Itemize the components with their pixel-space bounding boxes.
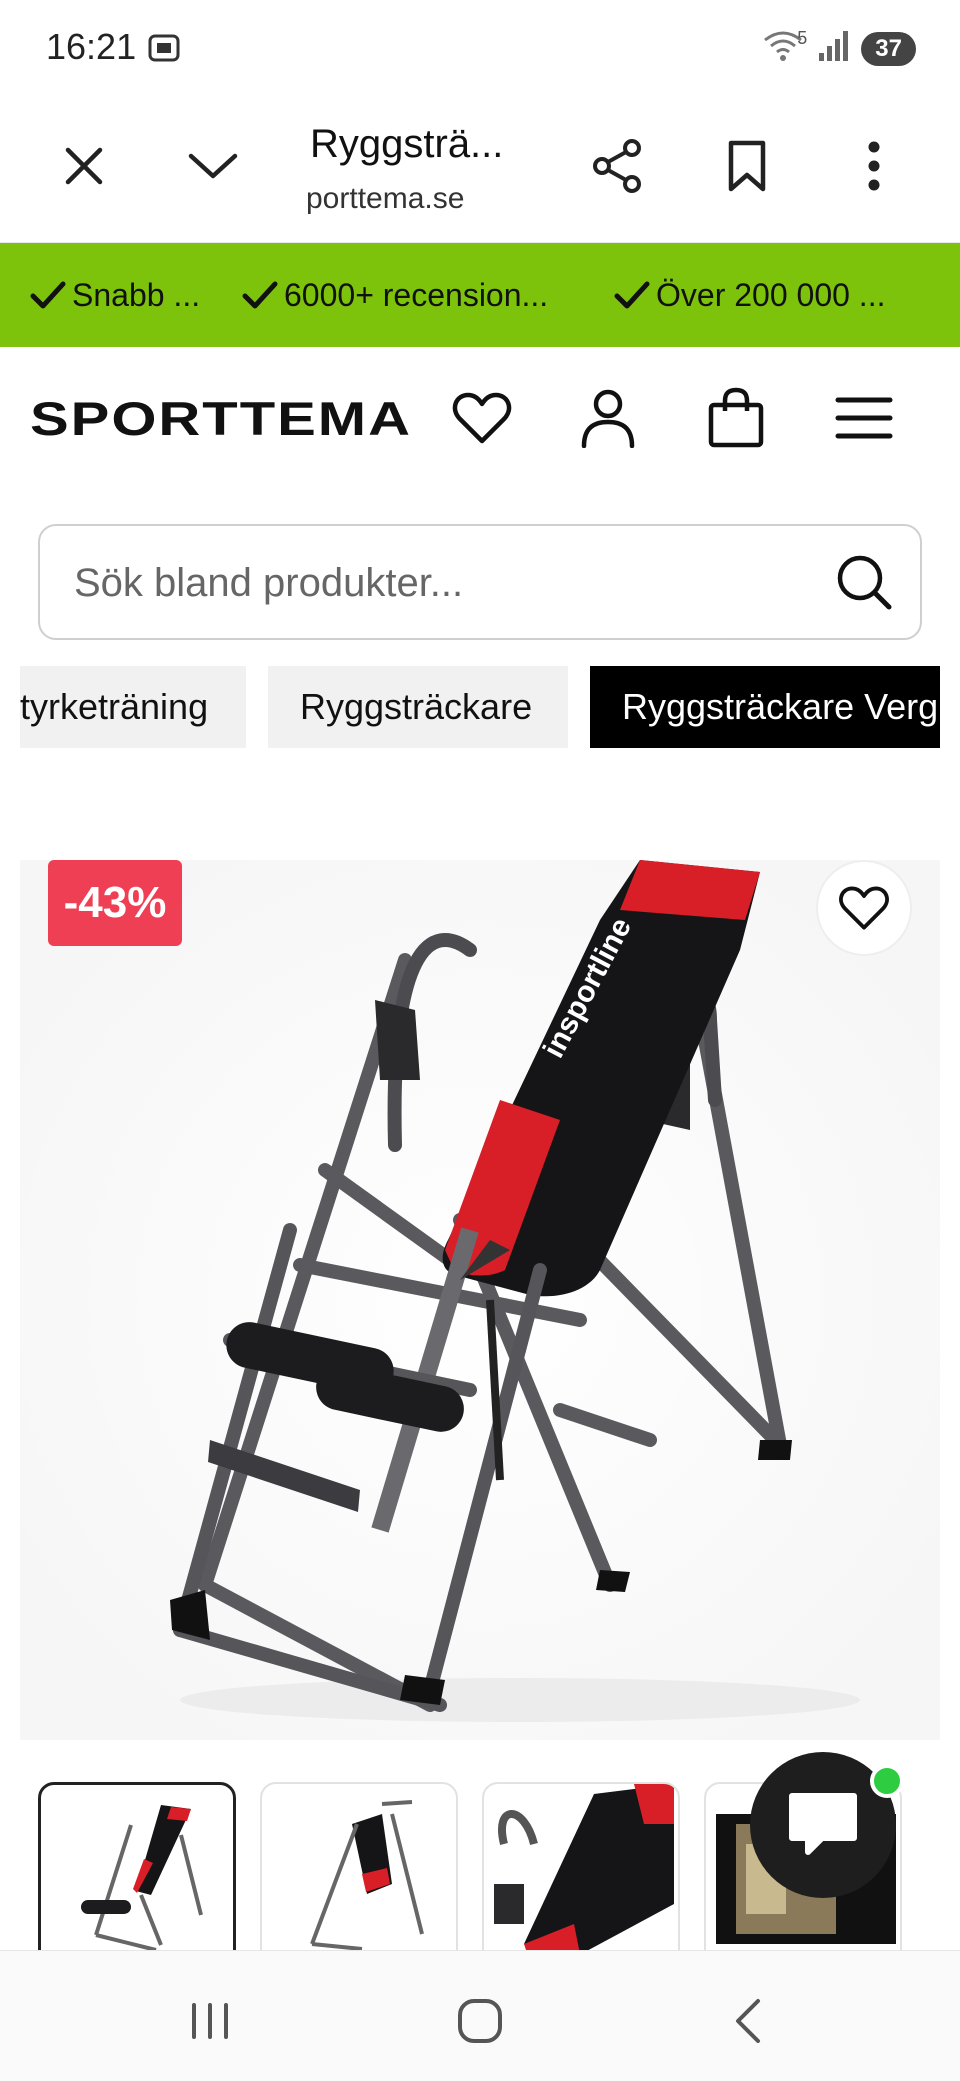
usp-item: Snabb ... [30,243,200,347]
heart-icon [839,886,889,930]
checkmark-icon [614,281,650,309]
menu-icon [835,397,893,439]
thumbnail[interactable] [260,1782,458,1950]
screenshot-icon [146,30,182,71]
home-icon [458,1999,502,2043]
chevron-down-icon [188,153,238,179]
wifi-badge: 5 [797,28,808,48]
signal-icon [817,29,851,68]
usp-text: Snabb ... [72,276,201,313]
bag-icon [708,387,764,448]
thumbnail[interactable] [482,1782,680,1950]
search-box [38,524,922,640]
back-button[interactable] [708,1981,788,2061]
close-icon [65,147,103,185]
bookmark-button[interactable] [711,130,783,202]
thumbnail[interactable] [38,1782,236,1950]
site-logo[interactable]: SPORTTEMA [30,384,416,455]
status-bar: 16:21 5 37 [0,0,960,100]
svg-text:SPORTTEMA: SPORTTEMA [30,393,412,446]
bookmark-icon [728,140,766,192]
status-icons: 5 37 [761,28,916,69]
cart-button[interactable] [704,386,768,450]
usp-item: 6000+ recension... [242,243,548,347]
usp-item: Över 200 000 ... [614,243,885,347]
usp-text: Över 200 000 ... [656,276,886,313]
search-button[interactable] [832,550,896,614]
back-icon [736,1999,760,2043]
wishlist-button[interactable] [450,386,514,450]
account-button[interactable] [576,386,640,450]
search-icon [837,555,892,610]
menu-button[interactable] [832,386,896,450]
recent-apps-icon [192,2003,228,2039]
breadcrumb: tyrketräning Ryggsträckare Ryggsträckare… [20,666,940,748]
user-icon [581,389,635,448]
battery-indicator: 37 [861,31,916,66]
more-options-button[interactable] [838,130,910,202]
share-button[interactable] [582,130,654,202]
usp-text: 6000+ recension... [284,276,549,313]
breadcrumb-label: tyrketräning [20,686,209,727]
close-tab-button[interactable] [48,130,120,202]
system-nav-bar [0,1950,960,2081]
discount-badge: -43% [48,860,182,946]
breadcrumb-label: Ryggsträckare Verg [622,686,939,727]
share-icon [593,139,641,193]
checkmark-icon [30,281,66,309]
breadcrumb-item-current[interactable]: Ryggsträckare Verg [590,666,940,748]
browser-toolbar: Ryggsträ... porttema.se [0,100,960,244]
breadcrumb-label: Ryggsträckare [300,686,533,727]
search-input[interactable] [72,526,836,640]
page-title[interactable]: Ryggsträ... [310,122,503,167]
chat-icon [789,1793,857,1855]
breadcrumb-item[interactable]: Ryggsträckare [268,666,568,748]
checkmark-icon [242,281,278,309]
breadcrumb-item[interactable]: tyrketräning [20,666,246,748]
more-vert-icon [868,141,880,191]
minimize-button[interactable] [177,130,249,202]
status-time: 16:21 [46,26,137,67]
page-url[interactable]: porttema.se [306,182,496,216]
home-button[interactable] [440,1981,520,2061]
recent-apps-button[interactable] [170,1981,250,2061]
usp-bar: Snabb ... 6000+ recension... Över 200 00… [0,243,960,347]
heart-icon [452,392,512,444]
add-to-wishlist-button[interactable] [816,860,912,956]
online-indicator [870,1764,904,1798]
